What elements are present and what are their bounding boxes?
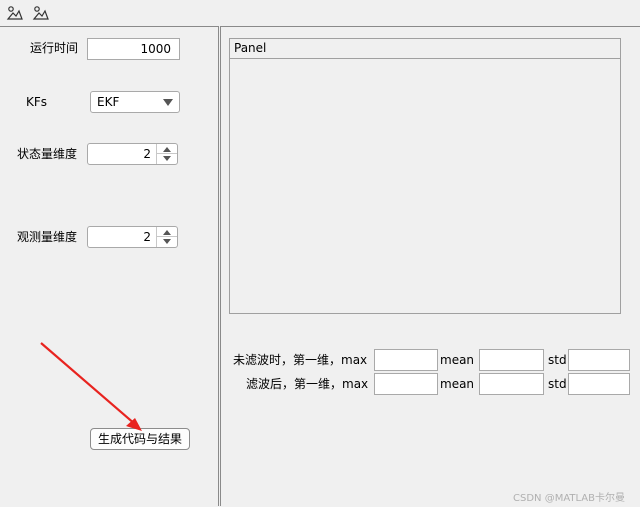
- spin-down-button[interactable]: [157, 237, 177, 247]
- spin-up-button[interactable]: [157, 227, 177, 237]
- obs-dim-spinner[interactable]: 2: [87, 226, 178, 248]
- filtered-mean-field[interactable]: [479, 373, 544, 395]
- caret-down-icon: [163, 156, 171, 161]
- obs-dim-label: 观测量维度: [17, 230, 78, 244]
- image-icon[interactable]: [6, 4, 24, 22]
- image-icon[interactable]: [32, 4, 50, 22]
- runtime-value: 1000: [140, 42, 171, 56]
- unfiltered-max-label: 未滤波时，第一维，max: [233, 353, 368, 367]
- unfiltered-mean-field[interactable]: [479, 349, 544, 371]
- spinner-buttons: [156, 227, 177, 247]
- caret-up-icon: [163, 230, 171, 235]
- filtered-max-label: 滤波后，第一维，max: [246, 377, 369, 391]
- annotation-arrow-icon: [40, 342, 142, 431]
- filtered-std-field[interactable]: [568, 373, 630, 395]
- unfiltered-mean-label: mean: [440, 353, 475, 367]
- caret-down-icon: [163, 239, 171, 244]
- kfs-label: KFs: [26, 95, 48, 109]
- spin-down-button[interactable]: [157, 154, 177, 164]
- filtered-max-field[interactable]: [374, 373, 438, 395]
- runtime-input[interactable]: 1000: [87, 38, 180, 60]
- state-dim-spinner[interactable]: 2: [87, 143, 178, 165]
- unfiltered-max-field[interactable]: [374, 349, 438, 371]
- spinner-buttons: [156, 144, 177, 164]
- caret-up-icon: [163, 147, 171, 152]
- toolbar: [0, 0, 640, 26]
- panel: Panel: [229, 38, 621, 314]
- kfs-selected: EKF: [97, 95, 120, 109]
- obs-dim-value: 2: [143, 230, 151, 244]
- watermark: CSDN @MATLAB卡尔曼: [513, 493, 625, 504]
- kfs-dropdown[interactable]: EKF: [90, 91, 180, 113]
- filtered-mean-label: mean: [440, 377, 475, 391]
- state-dim-label: 状态量维度: [17, 147, 78, 161]
- spin-up-button[interactable]: [157, 144, 177, 154]
- unfiltered-std-field[interactable]: [568, 349, 630, 371]
- runtime-label: 运行时间: [30, 41, 79, 55]
- panel-title: Panel: [230, 39, 620, 59]
- state-dim-value: 2: [143, 147, 151, 161]
- chevron-down-icon: [163, 99, 173, 106]
